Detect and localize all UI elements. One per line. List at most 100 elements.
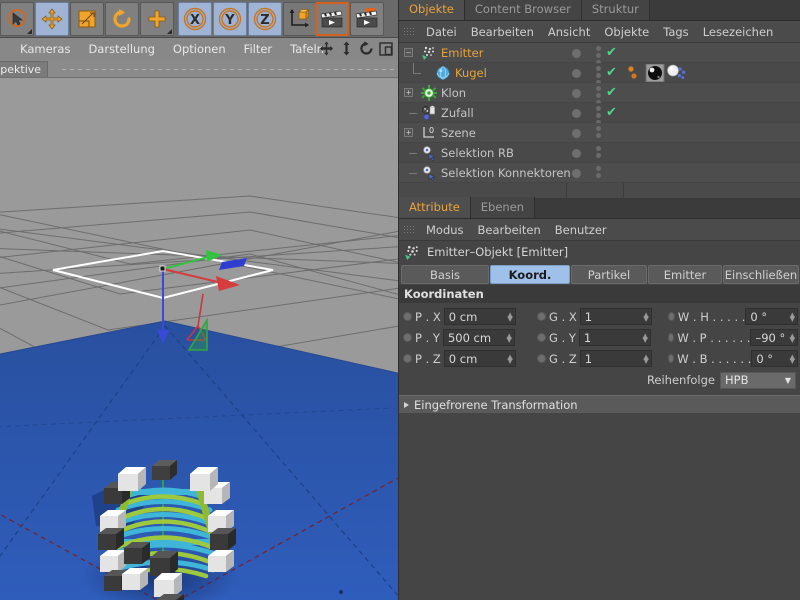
om-menu-tags[interactable]: Tags (656, 21, 695, 43)
tab-emitter[interactable]: Emitter (648, 265, 722, 284)
tab-content-browser[interactable]: Content Browser (465, 0, 582, 20)
object-label[interactable]: Szene (441, 126, 476, 140)
object-row-szene[interactable]: + 0 Szene (399, 123, 566, 143)
size-x-input[interactable]: 1 ▲▼ (580, 308, 652, 325)
visibility-dot[interactable] (572, 49, 581, 58)
editor-render-dots[interactable] (596, 166, 601, 180)
orange-dots-tag[interactable] (625, 64, 643, 82)
om-menu-ansicht[interactable]: Ansicht (541, 21, 597, 43)
am-menu-benutzer[interactable]: Benutzer (548, 219, 614, 241)
panel-grip[interactable] (403, 225, 415, 235)
object-label[interactable]: Emitter (441, 46, 484, 60)
tab-ebenen[interactable]: Ebenen (471, 197, 535, 218)
add-object-tool[interactable] (140, 2, 174, 36)
dolly-icon[interactable] (338, 40, 354, 57)
om-menu-lesezeichen[interactable]: Lesezeichen (696, 21, 781, 43)
size-y-toggle[interactable] (537, 333, 546, 342)
size-z-input[interactable]: 1 ▲▼ (580, 350, 652, 367)
tab-basis[interactable]: Basis (401, 265, 489, 284)
tab-struktur[interactable]: Struktur (582, 0, 650, 20)
pan-icon[interactable] (318, 40, 334, 57)
tab-partikel[interactable]: Partikel (571, 265, 647, 284)
dynamics-tag[interactable] (666, 64, 688, 82)
viewport-menu-darstellung[interactable]: Darstellung (79, 38, 163, 60)
table-row[interactable]: – Emitter ✔ (399, 43, 800, 63)
spinner-icon[interactable]: ▲▼ (790, 355, 795, 363)
expander-plus-icon[interactable]: + (404, 88, 413, 97)
panel-grip[interactable] (403, 27, 415, 37)
object-label[interactable]: Kugel (455, 66, 487, 80)
position-z-input[interactable]: 0 cm ▲▼ (444, 350, 516, 367)
move-tool[interactable] (35, 2, 69, 36)
table-row[interactable]: + 0 Szene (399, 123, 800, 143)
rotate-tool[interactable] (105, 2, 139, 36)
table-row[interactable]: Selektion Konnektoren (399, 163, 800, 183)
object-row-selektion-rb[interactable]: Selektion RB (399, 143, 566, 163)
position-z-toggle[interactable] (403, 354, 412, 363)
position-y-toggle[interactable] (403, 333, 412, 342)
om-menu-objekte[interactable]: Objekte (597, 21, 656, 43)
spinner-icon[interactable]: ▲▼ (643, 313, 648, 321)
size-z-toggle[interactable] (537, 354, 546, 363)
table-row[interactable]: Selektion RB (399, 143, 800, 163)
table-row[interactable]: Kugel ✔ (399, 63, 800, 83)
live-selection-tool[interactable] (0, 2, 34, 36)
visibility-dot[interactable] (572, 69, 581, 78)
enabled-check-icon[interactable]: ✔ (606, 86, 617, 99)
maximize-icon[interactable] (378, 40, 394, 57)
rotation-h-toggle[interactable] (668, 312, 675, 321)
spinner-icon[interactable]: ▲▼ (507, 313, 512, 321)
spinner-icon[interactable]: ▲▼ (790, 313, 795, 321)
scale-tool[interactable] (70, 2, 104, 36)
am-menu-modus[interactable]: Modus (419, 219, 471, 241)
rotate-icon[interactable] (358, 40, 374, 57)
visibility-dot[interactable] (572, 169, 581, 178)
om-menu-datei[interactable]: Datei (419, 21, 464, 43)
render-to-picture-viewer-button[interactable] (350, 2, 384, 36)
object-row-zufall[interactable]: Zufall (399, 103, 566, 123)
object-row-klon[interactable]: + Klon (399, 83, 566, 103)
object-label[interactable]: Selektion RB (441, 146, 514, 160)
rotation-order-dropdown[interactable]: HPB ▼ (720, 372, 796, 389)
size-y-input[interactable]: 1 ▲▼ (579, 329, 651, 346)
material-sphere-tag[interactable] (645, 64, 665, 82)
size-x-toggle[interactable] (537, 312, 546, 321)
x-axis-lock[interactable]: X (178, 2, 212, 36)
expander-minus-icon[interactable]: – (404, 48, 413, 57)
visibility-dot[interactable] (572, 149, 581, 158)
frozen-transform-section[interactable]: Eingefrorene Transformation (399, 395, 800, 413)
tab-objekte[interactable]: Objekte (399, 0, 465, 20)
viewport-tab-perspektive[interactable]: Perspektive (0, 61, 48, 77)
om-menu-bearbeiten[interactable]: Bearbeiten (464, 21, 541, 43)
am-menu-bearbeiten[interactable]: Bearbeiten (471, 219, 548, 241)
render-view-button[interactable] (315, 2, 349, 36)
spinner-icon[interactable]: ▲▼ (790, 334, 795, 342)
object-label[interactable]: Klon (441, 86, 466, 100)
rotation-p-input[interactable]: –90 ° ▲▼ (750, 329, 798, 346)
viewport-menu-kameras[interactable]: Kameras (11, 38, 79, 60)
visibility-dot[interactable] (572, 89, 581, 98)
viewport-3d[interactable] (0, 78, 398, 600)
world-object-coordinates-toggle[interactable] (283, 2, 317, 36)
object-row-emitter[interactable]: – Emitter (399, 43, 566, 63)
editor-render-dots[interactable] (596, 146, 601, 160)
table-row[interactable]: + Klon ✔ (399, 83, 800, 103)
viewport-menu-optionen[interactable]: Optionen (164, 38, 235, 60)
z-axis-lock[interactable]: Z (248, 2, 282, 36)
enabled-check-icon[interactable]: ✔ (606, 106, 617, 119)
visibility-dot[interactable] (572, 109, 581, 118)
object-row-kugel[interactable]: Kugel (399, 63, 566, 83)
rotation-p-toggle[interactable] (668, 333, 674, 342)
editor-render-dots[interactable] (596, 126, 601, 140)
object-tree[interactable]: – Emitter ✔ (399, 43, 800, 198)
y-axis-lock[interactable]: Y (213, 2, 247, 36)
spinner-icon[interactable]: ▲▼ (507, 334, 512, 342)
enabled-check-icon[interactable]: ✔ (606, 46, 617, 59)
rotation-h-input[interactable]: 0 ° ▲▼ (745, 308, 798, 325)
tab-attribute[interactable]: Attribute (399, 197, 471, 218)
table-row[interactable]: Zufall ✔ (399, 103, 800, 123)
spinner-icon[interactable]: ▲▼ (507, 355, 512, 363)
tab-einschliessen[interactable]: Einschließen (723, 265, 799, 284)
spinner-icon[interactable]: ▲▼ (643, 334, 648, 342)
object-label[interactable]: Zufall (441, 106, 474, 120)
